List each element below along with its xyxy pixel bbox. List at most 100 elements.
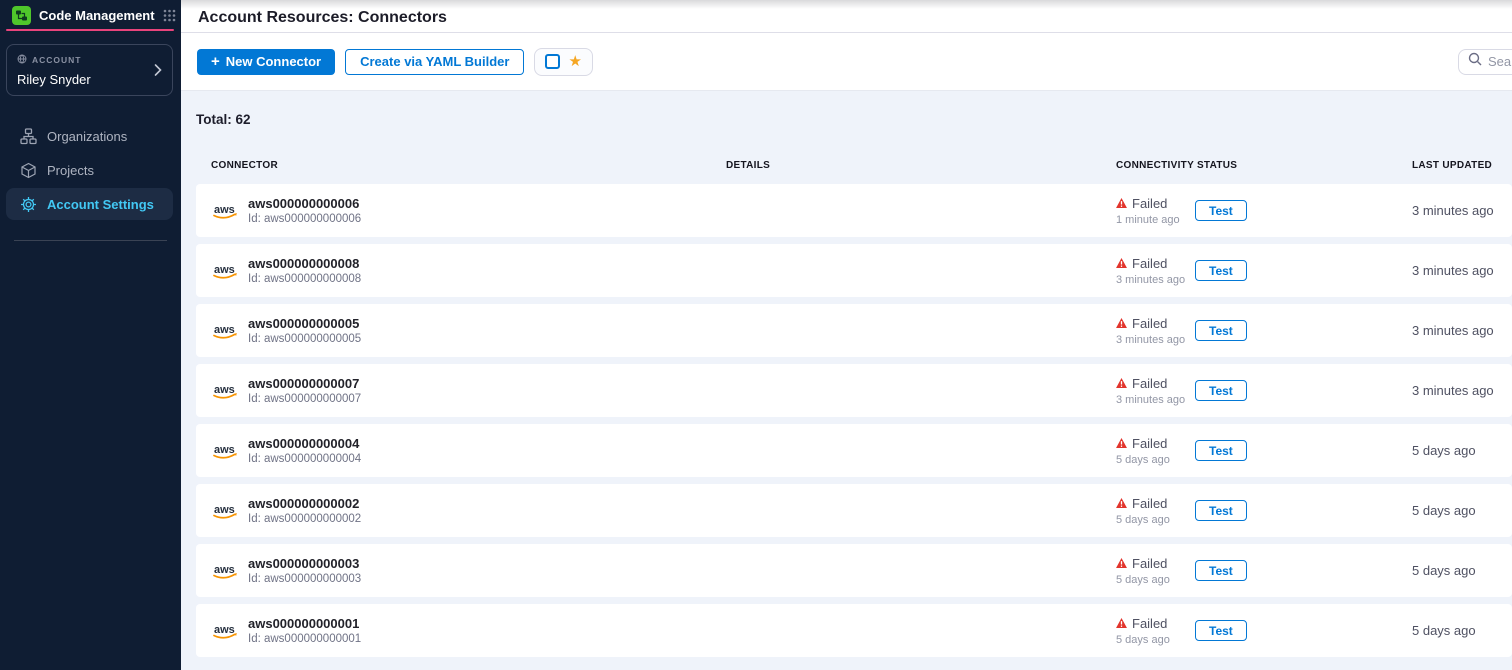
aws-logo-icon: aws — [211, 502, 239, 520]
table-row[interactable]: aws aws000000000004 Id: aws000000000004 … — [196, 424, 1512, 477]
star-icon: ★ — [568, 54, 581, 69]
warning-icon — [1116, 256, 1127, 271]
connector-id: Id: aws000000000007 — [248, 393, 361, 405]
sidebar-item-account-settings[interactable]: Account Settings — [6, 188, 173, 220]
status-time: 3 minutes ago — [1116, 394, 1195, 406]
status-text: Failed — [1132, 316, 1167, 331]
table-row[interactable]: aws aws000000000007 Id: aws000000000007 … — [196, 364, 1512, 417]
svg-text:aws: aws — [214, 444, 235, 456]
account-label: ACCOUNT — [32, 55, 82, 65]
connector-name[interactable]: aws000000000008 — [248, 256, 361, 271]
connector-id: Id: aws000000000005 — [248, 333, 361, 345]
aws-logo-icon: aws — [211, 322, 239, 340]
table-row[interactable]: aws aws000000000001 Id: aws000000000001 … — [196, 604, 1512, 657]
svg-text:aws: aws — [214, 564, 235, 576]
connector-name[interactable]: aws000000000005 — [248, 316, 361, 331]
aws-logo-icon: aws — [211, 382, 239, 400]
connector-id: Id: aws000000000001 — [248, 633, 361, 645]
sidebar-item-organizations[interactable]: Organizations — [6, 120, 173, 152]
sidebar-item-projects[interactable]: Projects — [6, 154, 173, 186]
connector-id: Id: aws000000000006 — [248, 213, 361, 225]
warning-icon — [1116, 196, 1127, 211]
last-updated: 5 days ago — [1412, 503, 1512, 518]
table-row[interactable]: aws aws000000000006 Id: aws000000000006 … — [196, 184, 1512, 237]
organizations-icon — [20, 128, 37, 145]
status-text: Failed — [1132, 196, 1167, 211]
test-button[interactable]: Test — [1195, 500, 1247, 521]
test-button[interactable]: Test — [1195, 620, 1247, 641]
test-button[interactable]: Test — [1195, 260, 1247, 281]
connector-list: aws aws000000000006 Id: aws000000000006 … — [196, 184, 1512, 657]
test-button[interactable]: Test — [1195, 560, 1247, 581]
status-text: Failed — [1132, 436, 1167, 451]
connector-name[interactable]: aws000000000001 — [248, 616, 361, 631]
sidebar: Code Management ACCOUNT Riley Snyder Org… — [0, 0, 181, 670]
test-button[interactable]: Test — [1195, 320, 1247, 341]
table-row[interactable]: aws aws000000000005 Id: aws000000000005 … — [196, 304, 1512, 357]
sidebar-item-label: Account Settings — [47, 197, 154, 212]
status-time: 1 minute ago — [1116, 214, 1195, 226]
sidebar-nav: Organizations Projects Account Settings — [0, 120, 181, 220]
connector-id: Id: aws000000000008 — [248, 273, 361, 285]
aws-logo-icon: aws — [211, 202, 239, 220]
status-text: Failed — [1132, 496, 1167, 511]
last-updated: 3 minutes ago — [1412, 263, 1512, 278]
connector-name[interactable]: aws000000000006 — [248, 196, 361, 211]
connector-name[interactable]: aws000000000007 — [248, 376, 361, 391]
svg-text:aws: aws — [214, 624, 235, 636]
last-updated: 5 days ago — [1412, 443, 1512, 458]
aws-logo-icon: aws — [211, 442, 239, 460]
warning-icon — [1116, 496, 1127, 511]
last-updated: 3 minutes ago — [1412, 203, 1512, 218]
new-connector-button[interactable]: + New Connector — [197, 49, 335, 75]
test-button[interactable]: Test — [1195, 200, 1247, 221]
search-box[interactable] — [1458, 49, 1512, 75]
connector-id: Id: aws000000000004 — [248, 453, 361, 465]
warning-icon — [1116, 316, 1127, 331]
aws-logo-icon: aws — [211, 622, 239, 640]
last-updated: 5 days ago — [1412, 563, 1512, 578]
chevron-right-icon — [154, 64, 162, 77]
favorites-filter[interactable]: ★ — [534, 48, 592, 76]
plus-icon: + — [211, 54, 220, 69]
svg-text:aws: aws — [214, 324, 235, 336]
table-row[interactable]: aws aws000000000002 Id: aws000000000002 … — [196, 484, 1512, 537]
status-text: Failed — [1132, 616, 1167, 631]
warning-icon — [1116, 376, 1127, 391]
test-button[interactable]: Test — [1195, 440, 1247, 461]
account-selector[interactable]: ACCOUNT Riley Snyder — [6, 44, 173, 96]
module-title: Code Management — [39, 8, 155, 23]
connector-name[interactable]: aws000000000004 — [248, 436, 361, 451]
last-updated: 5 days ago — [1412, 623, 1512, 638]
account-name: Riley Snyder — [17, 72, 162, 87]
search-icon — [1468, 52, 1482, 71]
table-row[interactable]: aws aws000000000003 Id: aws000000000003 … — [196, 544, 1512, 597]
apps-grid-icon[interactable] — [163, 9, 176, 22]
table-row[interactable]: aws aws000000000008 Id: aws000000000008 … — [196, 244, 1512, 297]
toolbar: + New Connector Create via YAML Builder … — [181, 33, 1512, 91]
table-header: CONNECTOR DETAILS CONNECTIVITY STATUS LA… — [196, 160, 1512, 171]
account-icon — [17, 51, 27, 69]
last-updated: 3 minutes ago — [1412, 323, 1512, 338]
warning-icon — [1116, 436, 1127, 451]
sidebar-item-label: Organizations — [47, 129, 127, 144]
code-management-logo-icon — [12, 6, 31, 25]
status-text: Failed — [1132, 376, 1167, 391]
connector-id: Id: aws000000000003 — [248, 573, 361, 585]
search-input[interactable] — [1488, 54, 1512, 69]
last-updated: 3 minutes ago — [1412, 383, 1512, 398]
page-title: Account Resources: Connectors — [198, 9, 447, 27]
test-button[interactable]: Test — [1195, 380, 1247, 401]
create-via-yaml-builder-button[interactable]: Create via YAML Builder — [345, 49, 524, 75]
column-header-connector: CONNECTOR — [211, 160, 726, 171]
aws-logo-icon: aws — [211, 262, 239, 280]
status-text: Failed — [1132, 256, 1167, 271]
connector-name[interactable]: aws000000000003 — [248, 556, 361, 571]
favorites-checkbox[interactable] — [545, 54, 560, 69]
warning-icon — [1116, 556, 1127, 571]
connector-name[interactable]: aws000000000002 — [248, 496, 361, 511]
warning-icon — [1116, 616, 1127, 631]
aws-logo-icon: aws — [211, 562, 239, 580]
column-header-last-updated: LAST UPDATED — [1412, 160, 1512, 171]
column-header-details: DETAILS — [726, 160, 1116, 171]
